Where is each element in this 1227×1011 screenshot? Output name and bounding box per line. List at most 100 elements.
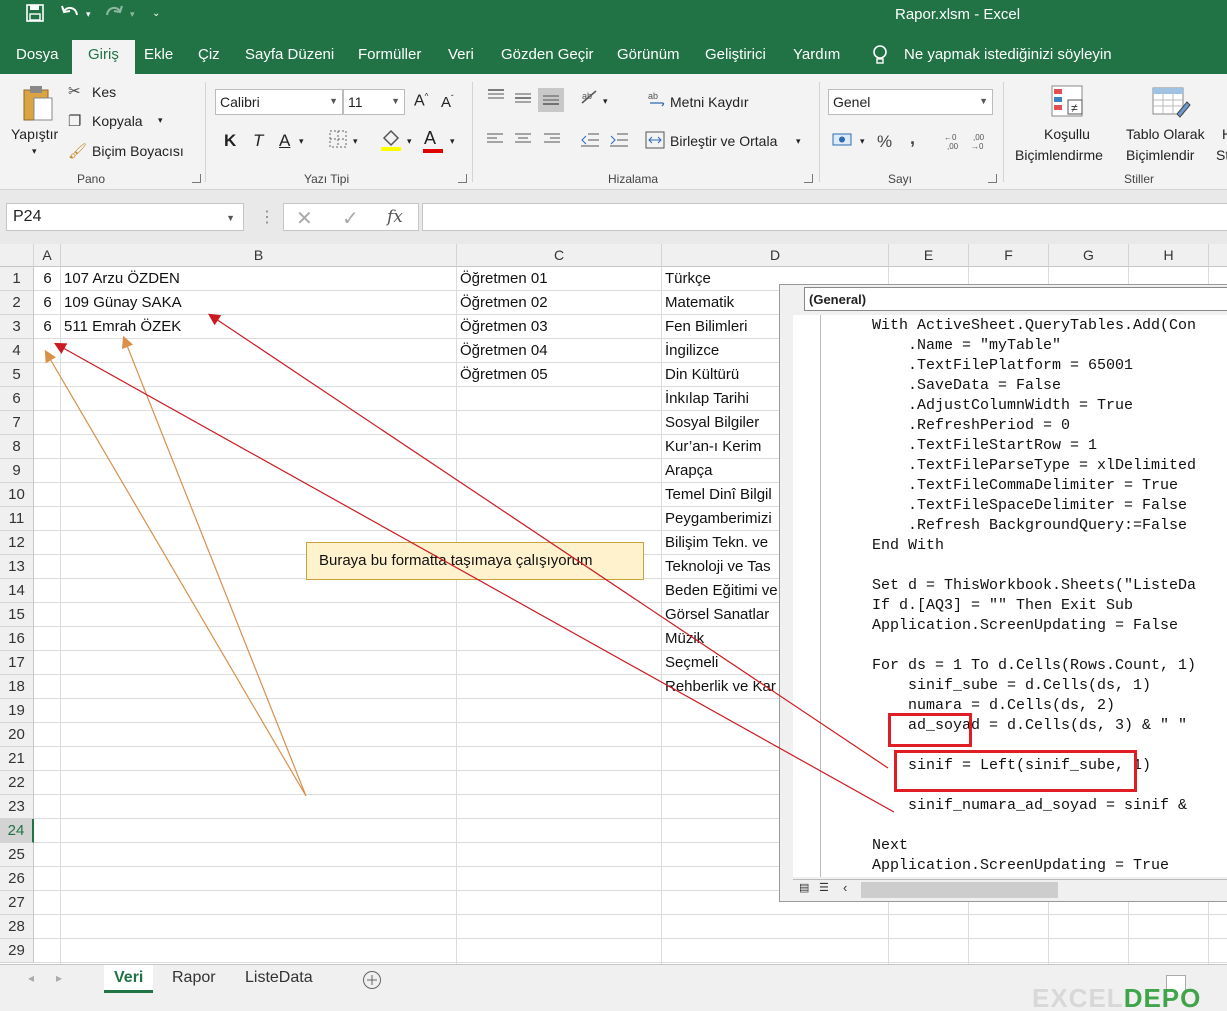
row-header[interactable]: 23 [0, 795, 34, 819]
row-header[interactable]: 26 [0, 867, 34, 891]
full-module-view-icon[interactable]: ☰ [819, 881, 829, 894]
font-size-combo[interactable]: 11 ▼ [343, 89, 405, 115]
shrink-font-icon[interactable]: Aˇ [441, 94, 454, 111]
row-header[interactable]: 22 [0, 771, 34, 795]
row-header[interactable]: 11 [0, 507, 34, 531]
formula-input[interactable] [422, 203, 1227, 231]
row-header[interactable]: 9 [0, 459, 34, 483]
currency-dropdown-icon[interactable]: ▾ [860, 136, 865, 147]
column-header-h[interactable]: H [1129, 244, 1209, 267]
row-header[interactable]: 14 [0, 579, 34, 603]
fill-dropdown-icon[interactable]: ▾ [407, 136, 412, 147]
tab-sayfa-duzeni[interactable]: Sayfa Düzeni [245, 46, 334, 63]
tab-ciz[interactable]: Çiz [198, 46, 220, 63]
cell-d-13[interactable]: Teknoloji ve Tas [662, 555, 782, 579]
cell-b-3[interactable]: 511 Emrah ÖZEK [61, 315, 457, 339]
merge-dropdown-icon[interactable]: ▾ [796, 136, 801, 147]
percent-button[interactable]: % [877, 132, 892, 152]
column-header-i[interactable] [1209, 244, 1227, 267]
paste-dropdown-icon[interactable]: ▾ [32, 146, 37, 157]
bold-button[interactable]: K [224, 131, 236, 151]
copy-button[interactable]: Kopyala [92, 113, 143, 129]
row-header[interactable]: 29 [0, 939, 34, 963]
font-name-combo[interactable]: Calibri ▼ [215, 89, 343, 115]
customize-toolbar-icon[interactable]: ⌄ [152, 8, 160, 19]
underline-button[interactable]: A [279, 131, 290, 151]
number-format-combo[interactable]: Genel ▼ [828, 89, 993, 115]
grow-font-icon[interactable]: A^ [414, 92, 428, 110]
cell-styles-label-fragment-2[interactable]: H [1222, 126, 1227, 142]
cell-a-2[interactable]: 6 [34, 291, 61, 315]
cell-b-2[interactable]: 109 Günay SAKA [61, 291, 457, 315]
wrap-text-button[interactable]: Metni Kaydır [670, 94, 749, 110]
italic-button[interactable]: T [253, 131, 263, 151]
merge-center-button[interactable]: Birleştir ve Ortala [670, 133, 777, 149]
row-header[interactable]: 1 [0, 267, 34, 291]
column-header-c[interactable]: C [457, 244, 662, 267]
redo-icon[interactable] [104, 4, 124, 27]
underline-dropdown-icon[interactable]: ▾ [299, 136, 304, 147]
cell-d-9[interactable]: Arapça [662, 459, 782, 483]
cell-d-14[interactable]: Beden Eğitimi ve [662, 579, 782, 603]
add-sheet-icon[interactable] [362, 970, 382, 993]
tab-giris[interactable]: Giriş [72, 40, 135, 74]
row-header[interactable]: 17 [0, 651, 34, 675]
undo-icon[interactable] [60, 4, 80, 27]
cell-d-10[interactable]: Temel Dinî Bilgil [662, 483, 782, 507]
cell-c-4[interactable]: Öğretmen 04 [457, 339, 662, 363]
tab-yardim[interactable]: Yardım [793, 46, 840, 63]
row-header[interactable]: 16 [0, 627, 34, 651]
align-left-icon[interactable] [486, 132, 504, 150]
decrease-decimal-icon[interactable]: ,00 →0 [970, 131, 990, 155]
tab-dosya[interactable]: Dosya [16, 46, 59, 63]
row-header[interactable]: 10 [0, 483, 34, 507]
scroll-next-sheet-icon[interactable]: ▸ [56, 971, 62, 985]
select-all-corner[interactable] [0, 244, 34, 267]
cell-styles-label-fragment[interactable]: St [1216, 147, 1227, 163]
cell-d-17[interactable]: Seçmeli [662, 651, 782, 675]
column-header-b[interactable]: B [61, 244, 457, 267]
cell-a-3[interactable]: 6 [34, 315, 61, 339]
cell-b-1[interactable]: 107 Arzu ÖZDEN [61, 267, 457, 291]
cell-d-18[interactable]: Rehberlik ve Kar [662, 675, 782, 699]
row-header[interactable]: 7 [0, 411, 34, 435]
format-table-label-2[interactable]: Biçimlendir [1126, 147, 1194, 163]
orientation-icon[interactable]: ab [580, 89, 600, 109]
cell-c-2[interactable]: Öğretmen 02 [457, 291, 662, 315]
row-header[interactable]: 27 [0, 891, 34, 915]
tab-gelistirici[interactable]: Geliştirici [705, 46, 766, 63]
cell-d-4[interactable]: İngilizce [662, 339, 782, 363]
cell-d-7[interactable]: Sosyal Bilgiler [662, 411, 782, 435]
cell-d-8[interactable]: Kur’an-ı Kerim [662, 435, 782, 459]
row-header[interactable]: 20 [0, 723, 34, 747]
row-header[interactable]: 28 [0, 915, 34, 939]
column-header-f[interactable]: F [969, 244, 1049, 267]
tab-ekle[interactable]: Ekle [144, 46, 173, 63]
row-header[interactable]: 21 [0, 747, 34, 771]
row-header[interactable]: 15 [0, 603, 34, 627]
cell-d-11[interactable]: Peygamberimizi [662, 507, 782, 531]
cell-d-3[interactable]: Fen Bilimleri [662, 315, 782, 339]
name-box[interactable]: P24 ▼ [6, 203, 244, 231]
row-header[interactable]: 12 [0, 531, 34, 555]
cell-d-15[interactable]: Görsel Sanatlar [662, 603, 782, 627]
conditional-format-label-2[interactable]: Biçimlendirme [1015, 147, 1103, 163]
cancel-icon[interactable]: ✕ [296, 206, 313, 231]
font-color-dropdown-icon[interactable]: ▾ [450, 136, 455, 147]
insert-function-button[interactable]: fx [387, 207, 403, 227]
orientation-dropdown-icon[interactable]: ▾ [603, 96, 608, 107]
vba-object-combo[interactable]: (General) [804, 287, 1227, 311]
align-right-icon[interactable] [543, 132, 561, 150]
row-header[interactable]: 8 [0, 435, 34, 459]
column-header-d[interactable]: D [662, 244, 889, 267]
row-header[interactable]: 19 [0, 699, 34, 723]
borders-dropdown-icon[interactable]: ▾ [353, 136, 358, 147]
column-header-a[interactable]: A [34, 244, 61, 267]
clipboard-launcher-icon[interactable] [192, 174, 201, 183]
row-header[interactable]: 24 [0, 819, 34, 843]
row-header[interactable]: 25 [0, 843, 34, 867]
format-painter-button[interactable]: Biçim Boyacısı [92, 143, 184, 159]
enter-check-icon[interactable]: ✓ [342, 206, 359, 231]
scroll-first-sheet-icon[interactable]: ◂ [28, 971, 34, 985]
cell-c-1[interactable]: Öğretmen 01 [457, 267, 662, 291]
